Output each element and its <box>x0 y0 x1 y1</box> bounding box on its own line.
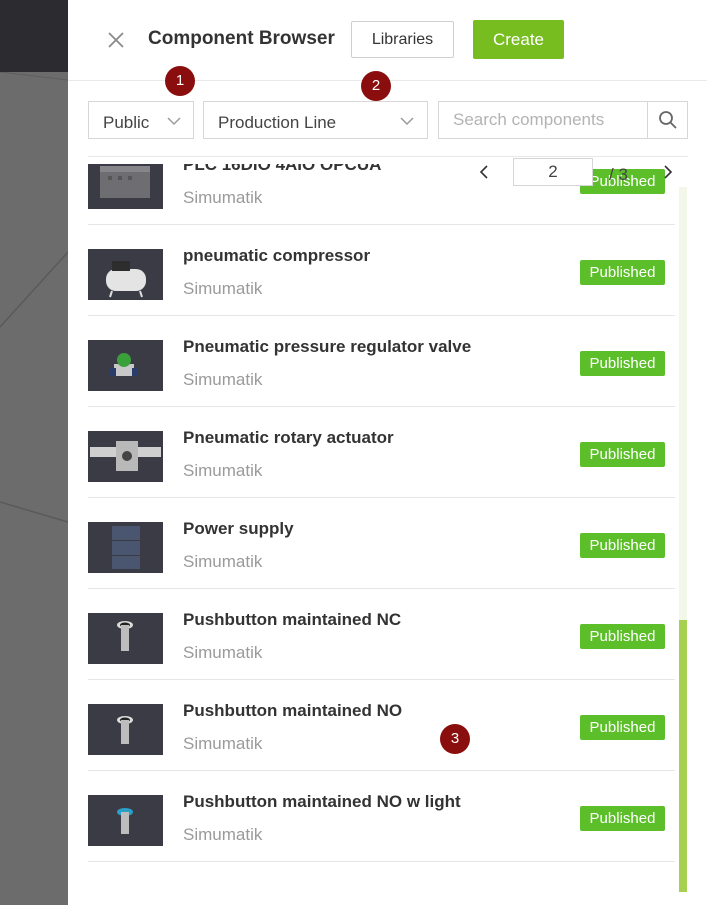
component-name: Pneumatic rotary actuator <box>183 428 394 447</box>
list-item[interactable]: pneumatic compressor Simumatik Published <box>88 225 675 316</box>
list-item[interactable]: Pneumatic pressure regulator valve Simum… <box>88 316 675 407</box>
status-badge: Published <box>580 442 665 467</box>
pushbutton-thumbnail-icon <box>88 704 163 755</box>
category-select-value: Production Line <box>218 113 337 132</box>
status-badge: Published <box>580 806 665 831</box>
status-badge: Published <box>580 533 665 558</box>
plc-thumbnail-icon <box>88 164 163 209</box>
component-library: Simumatik <box>183 643 263 662</box>
scope-select-value: Public <box>103 113 150 132</box>
power-supply-thumbnail-icon <box>88 522 163 573</box>
list-item[interactable]: Pushbutton maintained NO w light Simumat… <box>88 771 675 862</box>
component-list: PLC 16DIO 4AIO OPCUA Simumatik Published… <box>88 164 675 905</box>
component-library: Simumatik <box>183 734 263 753</box>
component-name: Pushbutton maintained NC <box>183 610 402 629</box>
category-select[interactable]: Production Line <box>203 101 428 139</box>
component-name: Pushbutton maintained NO w light <box>183 792 461 811</box>
close-icon[interactable] <box>106 30 126 50</box>
annotation-marker-2: 2 <box>361 71 391 101</box>
scope-select[interactable]: Public <box>88 101 194 139</box>
component-name: Power supply <box>183 519 294 538</box>
component-library: Simumatik <box>183 279 263 298</box>
search-icon <box>659 111 677 129</box>
component-browser-panel: Component Browser Libraries Create 1 2 P… <box>68 0 707 905</box>
search-box <box>438 101 688 139</box>
status-badge: Published <box>580 351 665 376</box>
search-input[interactable] <box>439 102 647 138</box>
pushbutton-light-thumbnail-icon <box>88 795 163 846</box>
component-name: Pneumatic pressure regulator valve <box>183 337 472 356</box>
next-page-button[interactable] <box>660 162 676 182</box>
status-badge: Published <box>580 624 665 649</box>
component-library: Simumatik <box>183 188 263 207</box>
annotation-marker-1: 1 <box>165 66 195 96</box>
page-number-input[interactable] <box>513 158 593 186</box>
component-name: PLC 16DIO 4AIO OPCUA <box>183 164 382 174</box>
status-badge: Published <box>580 715 665 740</box>
component-library: Simumatik <box>183 461 263 480</box>
component-name: Pushbutton maintained NO <box>183 701 403 720</box>
divider <box>88 156 688 157</box>
list-item[interactable]: Pushbutton maintained NC Simumatik Publi… <box>88 589 675 680</box>
search-button[interactable] <box>647 102 687 138</box>
viewport-grid <box>0 72 68 523</box>
status-badge: Published <box>580 260 665 285</box>
create-button[interactable]: Create <box>473 20 564 59</box>
3d-viewport[interactable] <box>0 0 68 905</box>
component-name: pneumatic compressor <box>183 246 371 265</box>
compressor-thumbnail-icon <box>88 249 163 300</box>
libraries-button[interactable]: Libraries <box>351 21 454 58</box>
page-total: / 3 <box>609 165 628 184</box>
scrollbar-thumb[interactable] <box>679 620 687 892</box>
list-item[interactable]: Pneumatic rotary actuator Simumatik Publ… <box>88 407 675 498</box>
component-library: Simumatik <box>183 552 263 571</box>
chevron-down-icon <box>167 117 181 126</box>
panel-header: Component Browser Libraries Create <box>68 0 707 81</box>
panel-title: Component Browser <box>148 28 335 49</box>
list-item[interactable]: Pushbutton maintained NO Simumatik Publi… <box>88 680 675 771</box>
component-library: Simumatik <box>183 370 263 389</box>
pushbutton-thumbnail-icon <box>88 613 163 664</box>
list-item[interactable]: Power supply Simumatik Published <box>88 498 675 589</box>
chevron-left-icon <box>479 165 488 179</box>
chevron-down-icon <box>400 117 414 126</box>
viewport-toolbar <box>0 0 68 72</box>
annotation-marker-3: 3 <box>440 724 470 754</box>
rotary-actuator-thumbnail-icon <box>88 431 163 482</box>
component-library: Simumatik <box>183 825 263 844</box>
previous-page-button[interactable] <box>476 162 492 182</box>
chevron-right-icon <box>664 165 673 179</box>
regulator-valve-thumbnail-icon <box>88 340 163 391</box>
